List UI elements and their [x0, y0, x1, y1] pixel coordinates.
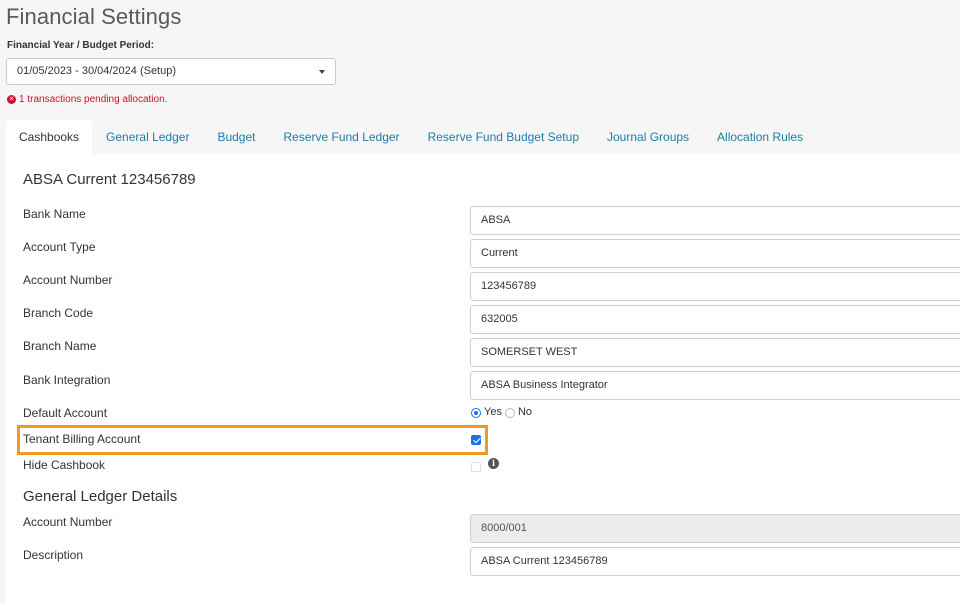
default-account-radio-group: Yes No [471, 406, 532, 418]
tab-allocation-rules[interactable]: Allocation Rules [703, 120, 817, 154]
financial-year-selected-value: 01/05/2023 - 30/04/2024 (Setup) [17, 65, 177, 77]
tenant-billing-checkbox[interactable] [471, 435, 481, 445]
tab-budget[interactable]: Budget [203, 120, 269, 154]
default-account-no-label: No [517, 406, 533, 418]
financial-year-label: Financial Year / Budget Period: [7, 40, 155, 51]
gl-account-number-input: 8000/001 [470, 514, 960, 543]
bank-name-label: Bank Name [23, 207, 86, 221]
branch-name-input[interactable]: SOMERSET WEST [470, 338, 960, 367]
tab-general-ledger[interactable]: General Ledger [92, 120, 203, 154]
branch-name-label: Branch Name [23, 339, 97, 353]
settings-tabs: Cashbooks General Ledger Budget Reserve … [6, 120, 960, 154]
account-type-label: Account Type [23, 240, 96, 254]
default-account-yes-label: Yes [484, 406, 502, 418]
hide-cashbook-label: Hide Cashbook [23, 458, 106, 472]
hide-cashbook-checkbox[interactable] [471, 462, 481, 472]
branch-code-label: Branch Code [23, 306, 94, 320]
default-account-no-radio[interactable] [504, 408, 515, 418]
gl-description-label: Description [23, 548, 84, 562]
default-account-label: Default Account [23, 406, 108, 420]
account-number-input[interactable]: 123456789 [470, 272, 960, 301]
error-circle-icon: ✕ [7, 95, 16, 104]
bank-integration-label: Bank Integration [23, 373, 111, 387]
tab-journal-groups[interactable]: Journal Groups [593, 120, 703, 154]
info-icon[interactable]: i [488, 458, 499, 469]
gl-account-number-label: Account Number [23, 515, 113, 529]
tab-cashbooks[interactable]: Cashbooks [6, 120, 93, 154]
pending-allocation-text: 1 transactions pending allocation. [19, 94, 168, 105]
account-number-label: Account Number [23, 273, 113, 287]
tab-reserve-fund-budget-setup[interactable]: Reserve Fund Budget Setup [414, 120, 593, 154]
bank-name-input[interactable]: ABSA [470, 206, 960, 235]
cashbook-title: ABSA Current 123456789 [23, 171, 196, 188]
default-account-yes-radio[interactable] [471, 408, 481, 418]
general-ledger-details-title: General Ledger Details [23, 488, 178, 505]
gl-description-input[interactable]: ABSA Current 123456789 [470, 547, 960, 576]
bank-integration-select[interactable]: ABSA Business Integrator [470, 371, 960, 400]
tab-reserve-fund-ledger[interactable]: Reserve Fund Ledger [269, 120, 413, 154]
financial-year-select[interactable]: 01/05/2023 - 30/04/2024 (Setup) [6, 58, 336, 85]
pending-allocation-alert: ✕ 1 transactions pending allocation. [7, 94, 167, 105]
page-title: Financial Settings [6, 4, 182, 29]
account-type-input[interactable]: Current [470, 239, 960, 268]
chevron-down-icon [319, 70, 325, 74]
branch-code-input[interactable]: 632005 [470, 305, 960, 334]
tenant-billing-label: Tenant Billing Account [23, 432, 141, 446]
cashbook-panel: ABSA Current 123456789 Bank Name ABSA Ac… [6, 154, 960, 604]
